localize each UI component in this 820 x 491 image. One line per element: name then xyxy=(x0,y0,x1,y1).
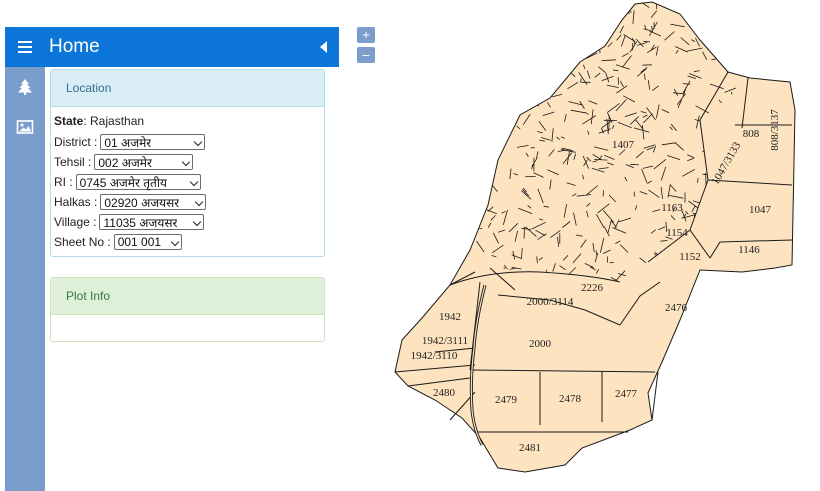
tehsil-select[interactable]: 002 अजमेर xyxy=(94,154,194,170)
plot-label[interactable]: 1163 xyxy=(661,202,683,214)
ri-label: RI : xyxy=(54,175,73,189)
plot-label[interactable]: 808 xyxy=(743,128,760,140)
plot-label[interactable]: 1146 xyxy=(738,244,760,256)
plot-label[interactable]: 2476 xyxy=(665,302,688,314)
cadastral-map[interactable]: 808 808/313710471047/31331146115211541163… xyxy=(390,0,810,491)
tree-icon[interactable] xyxy=(16,78,34,96)
chevron-down-icon xyxy=(194,137,203,147)
plot-label[interactable]: 1942/3110 xyxy=(411,350,458,362)
village-label: Village : xyxy=(54,215,97,229)
plot-label[interactable]: 808/3137 xyxy=(769,109,781,151)
plot-info-panel: Plot Info xyxy=(50,277,325,342)
village-select[interactable]: 11035 अजयसर xyxy=(99,214,205,230)
plot-info-title: Plot Info xyxy=(51,278,324,315)
plot-label[interactable]: 1047 xyxy=(749,204,772,216)
tehsil-row: Tehsil : 002 अजमेर xyxy=(54,152,324,172)
chevron-down-icon xyxy=(182,157,191,167)
image-icon[interactable] xyxy=(16,118,34,136)
sheet-no-label: Sheet No : xyxy=(54,235,111,249)
chevron-down-icon xyxy=(195,197,204,207)
state-row: State: Rajasthan xyxy=(54,114,145,128)
state-label: State xyxy=(54,114,84,128)
location-panel: Location State: Rajasthan District : 01 … xyxy=(50,69,325,257)
village-row: Village : 11035 अजयसर xyxy=(54,212,324,232)
district-select[interactable]: 01 अजमेर xyxy=(100,134,206,150)
plot-label[interactable]: 1942 xyxy=(439,311,461,323)
ri-row: RI : 0745 अजमेर तृतीय xyxy=(54,172,324,192)
sheet-no-select[interactable]: 001 001 xyxy=(113,234,182,250)
chevron-down-icon xyxy=(170,237,179,247)
side-toolbar xyxy=(5,67,45,491)
plot-label[interactable]: 1407 xyxy=(612,139,635,151)
village-boundary xyxy=(394,1,796,473)
ri-select[interactable]: 0745 अजमेर तृतीय xyxy=(75,174,201,190)
halkas-select[interactable]: 02920 अजयसर xyxy=(100,194,207,210)
plot-label[interactable]: 2477 xyxy=(615,388,638,400)
collapse-panel-icon[interactable] xyxy=(320,41,327,53)
menu-icon[interactable] xyxy=(18,41,32,53)
district-label: District : xyxy=(54,135,98,149)
app-header: Home xyxy=(5,27,339,67)
plot-label[interactable]: 2000/3114 xyxy=(527,296,574,308)
plot-label[interactable]: 2479 xyxy=(495,394,518,406)
halkas-row: Halkas : 02920 अजयसर xyxy=(54,192,324,212)
plot-label[interactable]: 1942/3111 xyxy=(422,335,468,347)
halkas-label: Halkas : xyxy=(54,195,98,209)
plot-label[interactable]: 1154 xyxy=(666,227,688,239)
state-value: Rajasthan xyxy=(90,114,145,128)
zoom-out-button[interactable]: – xyxy=(357,47,375,63)
plot-label[interactable]: 1152 xyxy=(679,251,701,263)
sheet-no-row: Sheet No : 001 001 xyxy=(54,232,324,252)
chevron-down-icon xyxy=(193,217,202,227)
page-title: Home xyxy=(49,36,100,57)
plot-label[interactable]: 2226 xyxy=(581,282,604,294)
location-panel-title: Location xyxy=(51,70,324,107)
tehsil-label: Tehsil : xyxy=(54,155,92,169)
chevron-down-icon xyxy=(189,177,198,187)
zoom-in-button[interactable]: + xyxy=(357,27,375,43)
plot-label[interactable]: 2480 xyxy=(433,387,456,399)
district-row: District : 01 अजमेर xyxy=(54,132,324,152)
plot-label[interactable]: 2478 xyxy=(559,393,582,405)
plot-label[interactable]: 2481 xyxy=(519,442,541,454)
plot-label[interactable]: 2000 xyxy=(529,338,552,350)
